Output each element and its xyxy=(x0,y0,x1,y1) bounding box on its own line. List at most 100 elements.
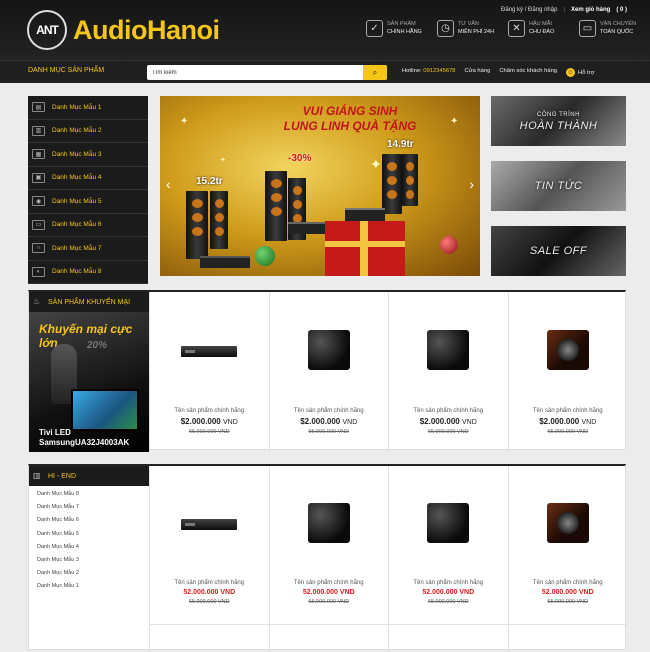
fire-icon: ♨ xyxy=(33,297,41,306)
divider: | xyxy=(563,7,565,13)
sidebar-item-1[interactable]: ▤ Danh Mục Mẫu 1 xyxy=(28,96,148,120)
price-currency: VND xyxy=(223,419,238,426)
promo-banner[interactable]: Khuyến mại cực lớn 20% Tivi LED SamsungUA… xyxy=(29,312,149,452)
feature-value: MIỄN PHÍ 24H xyxy=(458,29,495,35)
nav-link-store[interactable]: Cửa hàng xyxy=(465,68,491,77)
subcategory-item[interactable]: Danh Mục Mẫu 4 xyxy=(29,541,149,554)
price-currency: VND xyxy=(342,419,358,426)
subwoofer-image xyxy=(427,503,470,543)
clock-icon: ◷ xyxy=(437,20,454,37)
product-card[interactable]: Tên sản phẩm chính hãng 52.000.000 VND 6… xyxy=(268,466,389,624)
sidebar-item-4[interactable]: ▣ Danh Mục Mẫu 4 xyxy=(28,166,148,190)
promo-banner-percent: 20% xyxy=(87,340,108,351)
speaker-image xyxy=(402,154,418,206)
product-card[interactable]: Tên sản phẩm chính hãng $2.000.000 VND 6… xyxy=(507,292,628,452)
subcategory-item[interactable]: Danh Mục Mẫu 6 xyxy=(29,514,149,527)
feature-label: HẬU MÃI xyxy=(529,21,552,27)
product-price: $2.000.000 VND xyxy=(270,417,389,426)
promo-projects[interactable]: CÔNG TRÌNH HOÀN THÀNH xyxy=(491,96,626,146)
logo[interactable]: ANT AudioHanoi xyxy=(27,10,220,50)
sidebar-categories: ▤ Danh Mục Mẫu 1 ▥ Danh Mục Mẫu 2 ▦ Danh Mụ… xyxy=(28,96,148,284)
subcategory-item[interactable]: Danh Mục Mẫu 3 xyxy=(29,554,149,567)
promo-product-name: Tivi LED SamsungUA32J4003AK xyxy=(39,428,129,448)
speaker-image xyxy=(186,191,208,259)
login-link[interactable]: Đăng ký / Đăng nhập xyxy=(501,7,557,13)
support-label: Hỗ trợ xyxy=(578,69,595,76)
product-name[interactable]: Tên sản phẩm chính hãng xyxy=(150,408,269,414)
cable-icon: ◐ xyxy=(32,266,45,277)
product-grid: Tên sản phẩm chính hãng $2.000.000 VND 6… xyxy=(149,292,627,452)
sidebar-item-label: Danh Mục Mẫu 4 xyxy=(52,174,102,182)
product-name[interactable]: Tên sản phẩm chính hãng xyxy=(150,580,269,586)
site-header: ANT AudioHanoi Đăng ký / Đăng nhập | Xem… xyxy=(0,0,650,60)
product-name[interactable]: Tên sản phẩm chính hãng xyxy=(389,580,508,586)
product-card[interactable]: Tên sản phẩm chính hãng $2.000.000 VND 6… xyxy=(149,292,269,452)
banner-title-line1: VUI GIÁNG SINH xyxy=(302,104,398,118)
sidebar-item-6[interactable]: ▭ Danh Mục Mẫu 6 xyxy=(28,213,148,237)
hero-banner[interactable]: ✦ ✦ ✦ ✦ VUI GIÁNG SINH LUNG LINH QUÀ TẶN… xyxy=(160,96,480,276)
gift-ribbon xyxy=(325,241,405,247)
shield-check-icon: ✓ xyxy=(366,20,383,37)
product-name[interactable]: Tên sản phẩm chính hãng xyxy=(389,408,508,414)
product-name[interactable]: Tên sản phẩm chính hãng xyxy=(270,580,389,586)
subcategory-item[interactable]: Danh Mục Mẫu 8 xyxy=(29,488,149,501)
sidebar-item-label: Danh Mục Mẫu 7 xyxy=(52,244,102,252)
product-card[interactable]: Tên sản phẩm chính hãng 52.000.000 VND 6… xyxy=(507,466,628,624)
price-value: $2.000.000 xyxy=(180,417,221,426)
product-old-price: 65.000.000 VND xyxy=(308,599,350,605)
star-decoration-icon: ✦ xyxy=(370,156,382,172)
support-link[interactable]: ☺ Hỗ trợ xyxy=(566,68,594,77)
feature-consult: ◷ TƯ VẤN MIỄN PHÍ 24H xyxy=(437,20,508,37)
product-card[interactable] xyxy=(507,625,628,652)
ornament-image xyxy=(440,236,458,254)
subwoofer-image xyxy=(427,330,470,370)
category-menu-title[interactable]: DANH MỤC SẢN PHẨM xyxy=(28,67,104,74)
product-name[interactable]: Tên sản phẩm chính hãng xyxy=(509,408,628,414)
price-currency: VND xyxy=(462,419,477,426)
banner-next-arrow[interactable]: › xyxy=(469,176,474,192)
banner-price-2: 14.9tr xyxy=(387,139,414,150)
product-old-price: 65.000.000 VND xyxy=(547,599,589,605)
product-card[interactable] xyxy=(268,625,389,652)
feature-genuine: ✓ SẢN PHẨM CHÍNH HÃNG xyxy=(366,20,437,37)
sidebar-item-8[interactable]: ◐ Danh Mục Mẫu 8 xyxy=(28,260,148,284)
subcategory-item[interactable]: Danh Mục Mẫu 7 xyxy=(29,501,149,514)
product-card[interactable] xyxy=(388,625,508,652)
product-card[interactable]: Tên sản phẩm chính hãng 52.000.000 VND 6… xyxy=(388,466,508,624)
promo-product-line1: Tivi LED xyxy=(39,428,71,437)
subwoofer-image xyxy=(546,330,589,370)
section-header[interactable]: ♨ SẢN PHẨM KHUYẾN MẠI xyxy=(29,292,149,312)
feature-shipping: ▭ VẬN CHUYỂN TOÀN QUỐC xyxy=(579,20,650,37)
subcategory-item[interactable]: Danh Mục Mẫu 5 xyxy=(29,528,149,541)
product-name[interactable]: Tên sản phẩm chính hãng xyxy=(270,408,389,414)
section-sidebar: ♨ SẢN PHẨM KHUYẾN MẠI Khuyến mại cực lớn … xyxy=(29,292,149,452)
search-input[interactable] xyxy=(147,65,361,80)
section-header[interactable]: ▥ HI - END xyxy=(29,466,149,486)
subcategory-item[interactable]: Danh Mục Mẫu 2 xyxy=(29,567,149,580)
hotline-number[interactable]: 0912345678 xyxy=(423,68,455,74)
promo-sale-off[interactable]: SALE OFF xyxy=(491,226,626,276)
star-decoration-icon: ✦ xyxy=(180,116,189,127)
banner-prev-arrow[interactable]: ‹ xyxy=(166,176,171,192)
star-decoration-icon: ✦ xyxy=(220,157,226,164)
subcategory-item[interactable]: Danh Mục Mẫu 1 xyxy=(29,580,149,593)
section-hi-end: ▥ HI - END Danh Mục Mẫu 8 Danh Mục Mẫu 7 … xyxy=(28,464,628,652)
product-card[interactable]: Tên sản phẩm chính hãng $2.000.000 VND 6… xyxy=(388,292,508,452)
nav-link-customer-care[interactable]: Chăm sóc khách hàng xyxy=(499,68,557,77)
product-card[interactable]: Tên sản phẩm chính hãng 52.000.000 VND 6… xyxy=(149,466,269,624)
subwoofer-image xyxy=(546,503,589,543)
search-button[interactable]: ⌕ xyxy=(363,65,387,80)
receiver-image xyxy=(200,256,250,268)
product-name[interactable]: Tên sản phẩm chính hãng xyxy=(509,580,628,586)
sidebar-item-2[interactable]: ▥ Danh Mục Mẫu 2 xyxy=(28,119,148,143)
product-old-price: 65.000.000 VND xyxy=(427,429,469,435)
promo-news[interactable]: TIN TỨC xyxy=(491,161,626,211)
product-card[interactable]: Tên sản phẩm chính hãng $2.000.000 VND 6… xyxy=(268,292,389,452)
cart-link[interactable]: Xem giỏ hàng xyxy=(571,7,610,13)
sidebar-item-5[interactable]: ◉ Danh Mục Mẫu 5 xyxy=(28,190,148,214)
sidebar-item-3[interactable]: ▦ Danh Mục Mẫu 3 xyxy=(28,143,148,167)
speaker-image xyxy=(382,154,402,214)
product-card[interactable] xyxy=(149,625,269,652)
price-value: $2.000.000 xyxy=(539,417,580,426)
sidebar-item-7[interactable]: ∩ Danh Mục Mẫu 7 xyxy=(28,237,148,261)
